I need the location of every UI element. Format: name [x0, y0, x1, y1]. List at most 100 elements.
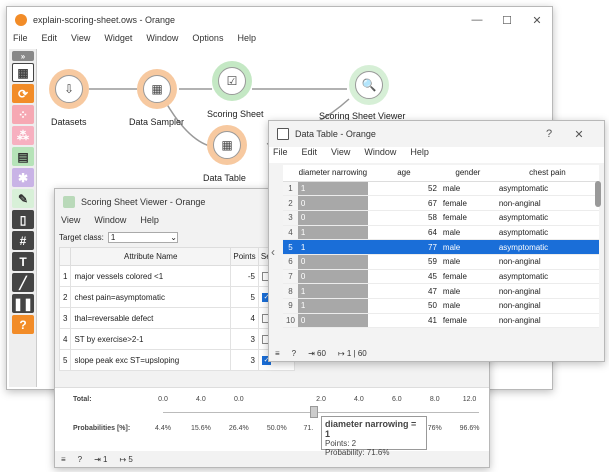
data-grid: diameter narrowing age gender chest pain… [283, 165, 599, 329]
table-menu-help[interactable]: Help [410, 147, 429, 163]
gender-header[interactable]: gender [439, 165, 496, 182]
data-sampler-node[interactable]: ▦ [137, 69, 177, 109]
collapse-icon[interactable]: » [12, 51, 34, 61]
scoring-sheet-node[interactable]: ☑ [212, 61, 252, 101]
cell-chest-pain: asymptomatic [495, 239, 599, 255]
transform-icon[interactable]: ⟳ [12, 84, 34, 103]
expand-panel-icon[interactable]: ‹ [271, 245, 275, 259]
age-header[interactable]: age [367, 165, 440, 182]
vertical-scrollbar[interactable] [595, 181, 601, 207]
cell-diameter-narrowing: 1 [297, 283, 368, 299]
tick-label: 4.0 [354, 396, 364, 403]
table-row[interactable]: 4 1 64 male asymptomatic [283, 225, 599, 241]
cell-chest-pain: non-anginal [495, 283, 599, 299]
help-icon[interactable]: ? [12, 315, 34, 334]
cell-chest-pain: non-anginal [495, 254, 599, 270]
tick-label: 0.0 [158, 396, 168, 403]
cell-diameter-narrowing: 1 [297, 181, 368, 197]
tick-label: 26.4% [228, 425, 249, 432]
tick-label: 50.0% [266, 425, 287, 432]
menu-icon[interactable]: ≡ [61, 455, 66, 464]
table-menu-file[interactable]: File [273, 147, 288, 163]
corner-header [58, 247, 72, 266]
text-icon[interactable]: T [12, 252, 34, 271]
pause-icon[interactable]: ❚❚ [12, 294, 34, 313]
close-button[interactable]: ✕ [522, 7, 552, 33]
cell-gender: male [439, 225, 496, 241]
viewer-menu-help[interactable]: Help [140, 215, 159, 231]
table-row[interactable]: 7 0 45 female asymptomatic [283, 269, 599, 285]
scoring-sheet-label: Scoring Sheet [207, 109, 264, 119]
table-row-selected[interactable]: 5 1 77 male asymptomatic [283, 239, 599, 255]
attribute-name: ST by exercise>2-1 [70, 328, 231, 350]
pencil-icon[interactable]: ╱ [12, 273, 34, 292]
viewer-title: Scoring Sheet Viewer - Orange [81, 197, 206, 207]
corner-header [283, 165, 298, 182]
table-row[interactable]: 3 0 58 female asymptomatic [283, 210, 599, 226]
points-header[interactable]: Points [230, 247, 259, 266]
row-number: 1 [58, 265, 72, 287]
slider-handle[interactable] [310, 406, 318, 418]
hash-icon[interactable]: # [12, 231, 34, 250]
table-menu-view[interactable]: View [331, 147, 350, 163]
minimize-button[interactable]: — [462, 7, 492, 33]
attribute-name: major vessels colored <1 [70, 265, 231, 287]
document-icon[interactable]: ▯ [12, 210, 34, 229]
cell-age: 52 [367, 181, 440, 197]
model-icon[interactable]: ⁂ [12, 126, 34, 145]
table-row[interactable]: 1 1 52 male asymptomatic [283, 181, 599, 197]
menu-help[interactable]: Help [237, 33, 256, 49]
menu-edit[interactable]: Edit [42, 33, 58, 49]
viewer-menu-window[interactable]: Window [94, 215, 126, 231]
menu-window[interactable]: Window [146, 33, 178, 49]
points-value: 3 [230, 349, 259, 371]
table-menu-window[interactable]: Window [364, 147, 396, 163]
table-title: Data Table - Orange [295, 129, 376, 139]
datasets-node[interactable]: ⇩ [49, 69, 89, 109]
cell-age: 59 [367, 254, 440, 270]
row-number: 3 [58, 307, 72, 329]
cell-chest-pain: asymptomatic [495, 269, 599, 285]
evaluate-icon[interactable]: ▤ [12, 147, 34, 166]
diameter-narrowing-header[interactable]: diameter narrowing [297, 165, 368, 182]
total-axis: 0.0 4.0 0.0 2.0 4.0 6.0 8.0 12.0 [158, 396, 479, 408]
help-button[interactable]: ? [534, 121, 564, 147]
table-row: 2 chest pain=asymptomatic 5 ✓ [58, 286, 295, 308]
cell-chest-pain: non-anginal [495, 313, 599, 329]
menu-options[interactable]: Options [192, 33, 223, 49]
attribute-header[interactable]: Attribute Name [70, 247, 231, 266]
data-icon[interactable]: ▦ [12, 63, 34, 82]
points-value: 5 [230, 286, 259, 308]
visualize-icon[interactable]: ⁘ [12, 105, 34, 124]
table-app-icon [277, 128, 289, 140]
viewer-menu-view[interactable]: View [61, 215, 80, 231]
tooltip-title: diameter narrowing = 1 [325, 419, 417, 439]
menu-view[interactable]: View [71, 33, 90, 49]
row-number: 3 [283, 210, 298, 226]
pen-icon[interactable]: ✎ [12, 189, 34, 208]
table-row[interactable]: 6 0 59 male non-anginal [283, 254, 599, 270]
menu-widget[interactable]: Widget [104, 33, 132, 49]
target-class-select[interactable]: 1 ⌄ [107, 232, 178, 243]
row-number: 6 [283, 254, 298, 270]
cell-gender: female [439, 269, 496, 285]
close-button[interactable]: ✕ [564, 121, 594, 147]
chest-pain-header[interactable]: chest pain [495, 165, 599, 182]
scoring-sheet-viewer-node[interactable]: 🔍 [349, 65, 389, 105]
unsupervised-icon[interactable]: ✱ [12, 168, 34, 187]
help-icon[interactable]: ? [78, 455, 82, 464]
maximize-button[interactable]: ☐ [492, 7, 522, 33]
table-statusbar: ≡ ? ⇥ 60 ↦ 1 | 60 [269, 345, 604, 361]
menu-icon[interactable]: ≡ [275, 349, 280, 358]
tick-label: 4.4% [155, 425, 171, 432]
table-row[interactable]: 10 0 41 female non-anginal [283, 313, 599, 329]
menu-file[interactable]: File [13, 33, 28, 49]
table-menu-edit[interactable]: Edit [302, 147, 318, 163]
table-row[interactable]: 8 1 47 male non-anginal [283, 283, 599, 299]
row-number: 10 [283, 313, 298, 329]
table-row[interactable]: 9 1 50 male non-anginal [283, 298, 599, 314]
attribute-name: thal=reversable defect [70, 307, 231, 329]
help-icon[interactable]: ? [292, 349, 296, 358]
table-row[interactable]: 2 0 67 female non-anginal [283, 195, 599, 211]
data-table-node[interactable]: ▦ [207, 125, 247, 165]
